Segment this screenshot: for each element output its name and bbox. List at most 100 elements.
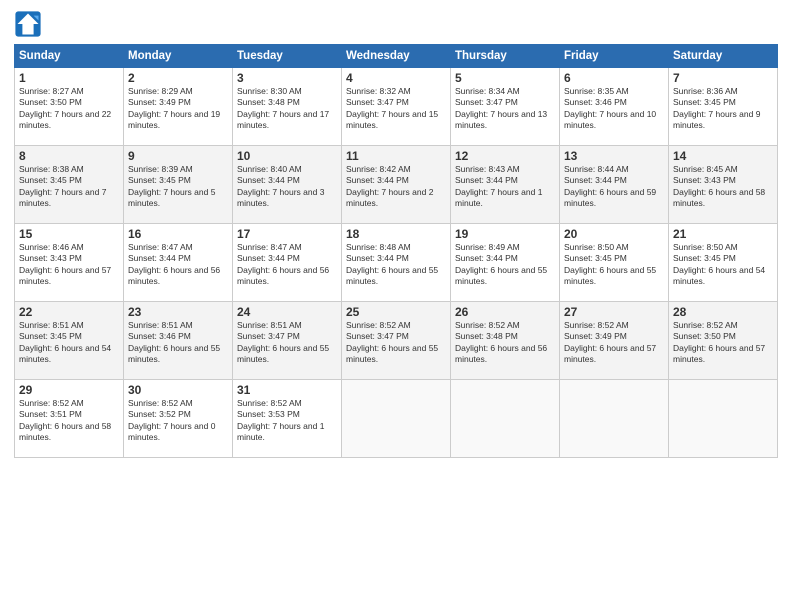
cell-content: Sunrise: 8:51 AMSunset: 3:45 PMDaylight:… bbox=[19, 320, 119, 366]
day-cell: 18Sunrise: 8:48 AMSunset: 3:44 PMDayligh… bbox=[342, 224, 451, 302]
day-cell: 11Sunrise: 8:42 AMSunset: 3:44 PMDayligh… bbox=[342, 146, 451, 224]
cell-content: Sunrise: 8:29 AMSunset: 3:49 PMDaylight:… bbox=[128, 86, 228, 132]
cell-content: Sunrise: 8:49 AMSunset: 3:44 PMDaylight:… bbox=[455, 242, 555, 288]
header-cell-tuesday: Tuesday bbox=[233, 45, 342, 68]
header-cell-wednesday: Wednesday bbox=[342, 45, 451, 68]
cell-content: Sunrise: 8:27 AMSunset: 3:50 PMDaylight:… bbox=[19, 86, 119, 132]
day-cell: 16Sunrise: 8:47 AMSunset: 3:44 PMDayligh… bbox=[124, 224, 233, 302]
cell-content: Sunrise: 8:32 AMSunset: 3:47 PMDaylight:… bbox=[346, 86, 446, 132]
cell-content: Sunrise: 8:43 AMSunset: 3:44 PMDaylight:… bbox=[455, 164, 555, 210]
day-cell: 24Sunrise: 8:51 AMSunset: 3:47 PMDayligh… bbox=[233, 302, 342, 380]
cell-content: Sunrise: 8:52 AMSunset: 3:51 PMDaylight:… bbox=[19, 398, 119, 444]
cell-content: Sunrise: 8:35 AMSunset: 3:46 PMDaylight:… bbox=[564, 86, 664, 132]
day-number: 11 bbox=[346, 149, 446, 163]
day-number: 10 bbox=[237, 149, 337, 163]
day-cell: 23Sunrise: 8:51 AMSunset: 3:46 PMDayligh… bbox=[124, 302, 233, 380]
cell-content: Sunrise: 8:42 AMSunset: 3:44 PMDaylight:… bbox=[346, 164, 446, 210]
day-cell: 5Sunrise: 8:34 AMSunset: 3:47 PMDaylight… bbox=[451, 68, 560, 146]
day-cell: 7Sunrise: 8:36 AMSunset: 3:45 PMDaylight… bbox=[669, 68, 778, 146]
day-number: 15 bbox=[19, 227, 119, 241]
week-row-1: 1Sunrise: 8:27 AMSunset: 3:50 PMDaylight… bbox=[15, 68, 778, 146]
logo-icon bbox=[14, 10, 42, 38]
day-number: 26 bbox=[455, 305, 555, 319]
cell-content: Sunrise: 8:52 AMSunset: 3:52 PMDaylight:… bbox=[128, 398, 228, 444]
cell-content: Sunrise: 8:40 AMSunset: 3:44 PMDaylight:… bbox=[237, 164, 337, 210]
header-cell-friday: Friday bbox=[560, 45, 669, 68]
day-cell: 10Sunrise: 8:40 AMSunset: 3:44 PMDayligh… bbox=[233, 146, 342, 224]
cell-content: Sunrise: 8:47 AMSunset: 3:44 PMDaylight:… bbox=[128, 242, 228, 288]
header bbox=[14, 10, 778, 38]
day-cell: 4Sunrise: 8:32 AMSunset: 3:47 PMDaylight… bbox=[342, 68, 451, 146]
cell-content: Sunrise: 8:50 AMSunset: 3:45 PMDaylight:… bbox=[673, 242, 773, 288]
day-number: 22 bbox=[19, 305, 119, 319]
cell-content: Sunrise: 8:51 AMSunset: 3:47 PMDaylight:… bbox=[237, 320, 337, 366]
day-cell: 6Sunrise: 8:35 AMSunset: 3:46 PMDaylight… bbox=[560, 68, 669, 146]
calendar-table: SundayMondayTuesdayWednesdayThursdayFrid… bbox=[14, 44, 778, 458]
day-cell bbox=[669, 380, 778, 458]
cell-content: Sunrise: 8:45 AMSunset: 3:43 PMDaylight:… bbox=[673, 164, 773, 210]
week-row-5: 29Sunrise: 8:52 AMSunset: 3:51 PMDayligh… bbox=[15, 380, 778, 458]
day-number: 23 bbox=[128, 305, 228, 319]
day-number: 20 bbox=[564, 227, 664, 241]
cell-content: Sunrise: 8:36 AMSunset: 3:45 PMDaylight:… bbox=[673, 86, 773, 132]
day-number: 18 bbox=[346, 227, 446, 241]
day-cell: 30Sunrise: 8:52 AMSunset: 3:52 PMDayligh… bbox=[124, 380, 233, 458]
day-number: 30 bbox=[128, 383, 228, 397]
cell-content: Sunrise: 8:38 AMSunset: 3:45 PMDaylight:… bbox=[19, 164, 119, 210]
cell-content: Sunrise: 8:44 AMSunset: 3:44 PMDaylight:… bbox=[564, 164, 664, 210]
week-row-2: 8Sunrise: 8:38 AMSunset: 3:45 PMDaylight… bbox=[15, 146, 778, 224]
day-cell: 26Sunrise: 8:52 AMSunset: 3:48 PMDayligh… bbox=[451, 302, 560, 380]
cell-content: Sunrise: 8:39 AMSunset: 3:45 PMDaylight:… bbox=[128, 164, 228, 210]
cell-content: Sunrise: 8:34 AMSunset: 3:47 PMDaylight:… bbox=[455, 86, 555, 132]
day-number: 5 bbox=[455, 71, 555, 85]
day-cell bbox=[342, 380, 451, 458]
day-number: 16 bbox=[128, 227, 228, 241]
day-number: 19 bbox=[455, 227, 555, 241]
day-cell: 12Sunrise: 8:43 AMSunset: 3:44 PMDayligh… bbox=[451, 146, 560, 224]
day-cell bbox=[560, 380, 669, 458]
cell-content: Sunrise: 8:52 AMSunset: 3:48 PMDaylight:… bbox=[455, 320, 555, 366]
day-number: 14 bbox=[673, 149, 773, 163]
day-cell: 25Sunrise: 8:52 AMSunset: 3:47 PMDayligh… bbox=[342, 302, 451, 380]
logo bbox=[14, 10, 46, 38]
day-cell: 8Sunrise: 8:38 AMSunset: 3:45 PMDaylight… bbox=[15, 146, 124, 224]
day-cell: 20Sunrise: 8:50 AMSunset: 3:45 PMDayligh… bbox=[560, 224, 669, 302]
week-row-3: 15Sunrise: 8:46 AMSunset: 3:43 PMDayligh… bbox=[15, 224, 778, 302]
week-row-4: 22Sunrise: 8:51 AMSunset: 3:45 PMDayligh… bbox=[15, 302, 778, 380]
cell-content: Sunrise: 8:52 AMSunset: 3:53 PMDaylight:… bbox=[237, 398, 337, 444]
page-container: SundayMondayTuesdayWednesdayThursdayFrid… bbox=[0, 0, 792, 612]
day-cell: 17Sunrise: 8:47 AMSunset: 3:44 PMDayligh… bbox=[233, 224, 342, 302]
header-cell-monday: Monday bbox=[124, 45, 233, 68]
cell-content: Sunrise: 8:48 AMSunset: 3:44 PMDaylight:… bbox=[346, 242, 446, 288]
cell-content: Sunrise: 8:52 AMSunset: 3:47 PMDaylight:… bbox=[346, 320, 446, 366]
cell-content: Sunrise: 8:30 AMSunset: 3:48 PMDaylight:… bbox=[237, 86, 337, 132]
day-number: 24 bbox=[237, 305, 337, 319]
header-row: SundayMondayTuesdayWednesdayThursdayFrid… bbox=[15, 45, 778, 68]
day-number: 31 bbox=[237, 383, 337, 397]
day-number: 27 bbox=[564, 305, 664, 319]
day-number: 1 bbox=[19, 71, 119, 85]
day-cell: 1Sunrise: 8:27 AMSunset: 3:50 PMDaylight… bbox=[15, 68, 124, 146]
cell-content: Sunrise: 8:46 AMSunset: 3:43 PMDaylight:… bbox=[19, 242, 119, 288]
cell-content: Sunrise: 8:50 AMSunset: 3:45 PMDaylight:… bbox=[564, 242, 664, 288]
cell-content: Sunrise: 8:52 AMSunset: 3:50 PMDaylight:… bbox=[673, 320, 773, 366]
header-cell-saturday: Saturday bbox=[669, 45, 778, 68]
cell-content: Sunrise: 8:52 AMSunset: 3:49 PMDaylight:… bbox=[564, 320, 664, 366]
day-cell: 3Sunrise: 8:30 AMSunset: 3:48 PMDaylight… bbox=[233, 68, 342, 146]
day-cell: 22Sunrise: 8:51 AMSunset: 3:45 PMDayligh… bbox=[15, 302, 124, 380]
day-cell bbox=[451, 380, 560, 458]
calendar-header: SundayMondayTuesdayWednesdayThursdayFrid… bbox=[15, 45, 778, 68]
day-number: 8 bbox=[19, 149, 119, 163]
day-cell: 29Sunrise: 8:52 AMSunset: 3:51 PMDayligh… bbox=[15, 380, 124, 458]
day-number: 13 bbox=[564, 149, 664, 163]
day-cell: 9Sunrise: 8:39 AMSunset: 3:45 PMDaylight… bbox=[124, 146, 233, 224]
day-number: 29 bbox=[19, 383, 119, 397]
day-cell: 14Sunrise: 8:45 AMSunset: 3:43 PMDayligh… bbox=[669, 146, 778, 224]
day-number: 17 bbox=[237, 227, 337, 241]
day-number: 21 bbox=[673, 227, 773, 241]
day-cell: 27Sunrise: 8:52 AMSunset: 3:49 PMDayligh… bbox=[560, 302, 669, 380]
day-cell: 31Sunrise: 8:52 AMSunset: 3:53 PMDayligh… bbox=[233, 380, 342, 458]
cell-content: Sunrise: 8:47 AMSunset: 3:44 PMDaylight:… bbox=[237, 242, 337, 288]
day-number: 4 bbox=[346, 71, 446, 85]
day-cell: 13Sunrise: 8:44 AMSunset: 3:44 PMDayligh… bbox=[560, 146, 669, 224]
